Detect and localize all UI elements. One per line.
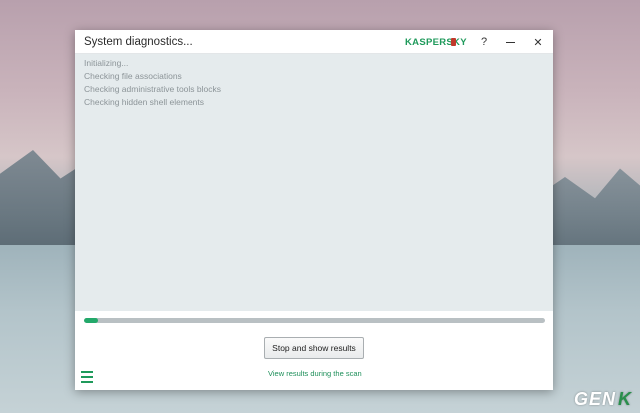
log-line-hidden-shell: Checking hidden shell elements bbox=[84, 97, 205, 107]
view-results-link[interactable]: View results during the scan bbox=[268, 369, 362, 378]
progress-area: Stop and show results View results durin… bbox=[75, 311, 553, 390]
title-bar[interactable]: System diagnostics... KASPERSKY ? ✕ bbox=[75, 30, 553, 54]
watermark-text-k: K bbox=[618, 388, 632, 409]
minimize-icon bbox=[505, 41, 515, 43]
kaspersky-diagnostics-window: System diagnostics... KASPERSKY ? ✕ Init… bbox=[75, 30, 553, 390]
close-icon: ✕ bbox=[533, 36, 543, 49]
log-line-initializing: Initializing... bbox=[84, 58, 129, 68]
help-button[interactable]: ? bbox=[473, 33, 495, 51]
hamburger-menu-icon[interactable] bbox=[81, 371, 93, 383]
kaspersky-logo-mark-icon bbox=[451, 38, 456, 46]
progress-bar bbox=[84, 318, 545, 323]
log-line-file-associations: Checking file associations bbox=[84, 71, 182, 81]
close-button[interactable]: ✕ bbox=[527, 33, 549, 51]
diagnostics-log-panel: Initializing... Checking file associatio… bbox=[75, 54, 553, 311]
kaspersky-logo: KASPERSKY bbox=[405, 37, 467, 48]
mountain-right bbox=[540, 168, 640, 245]
stop-and-show-results-button[interactable]: Stop and show results bbox=[264, 337, 364, 359]
minimize-button[interactable] bbox=[499, 33, 521, 51]
genk-watermark: GEN K bbox=[574, 389, 632, 409]
progress-bar-fill bbox=[84, 318, 98, 323]
log-line-admin-tools: Checking administrative tools blocks bbox=[84, 84, 222, 94]
watermark-text-gen: GEN bbox=[573, 388, 616, 409]
window-title: System diagnostics... bbox=[84, 36, 193, 48]
